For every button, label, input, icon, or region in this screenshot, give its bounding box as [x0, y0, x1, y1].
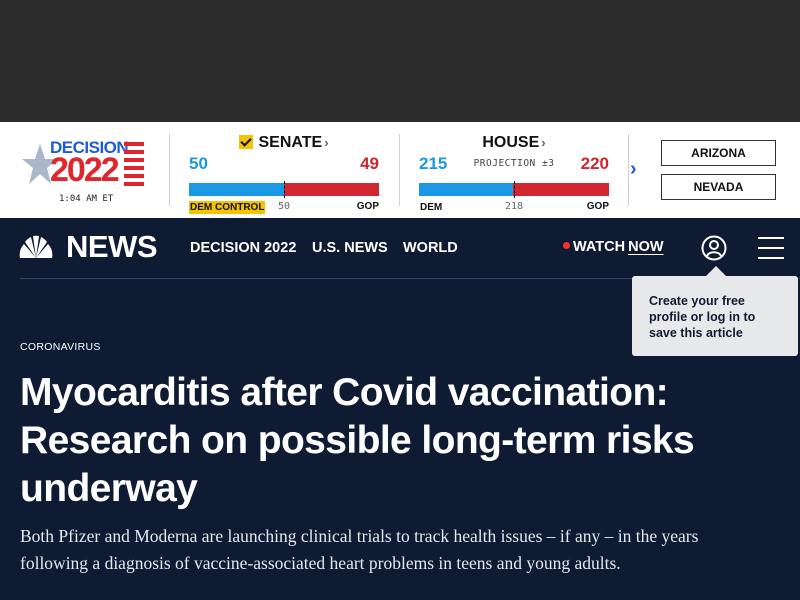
ad-slot: [0, 0, 800, 122]
watch-now-link[interactable]: WATCH NOW: [563, 239, 664, 255]
profile-tooltip[interactable]: Create your free profile or log in to sa…: [632, 276, 798, 356]
chevron-right-icon: ›: [324, 135, 329, 150]
live-dot-icon: [563, 242, 570, 249]
house-dem-fill: [419, 183, 513, 196]
senate-seat-bar: [189, 181, 379, 198]
checkmark-icon: [239, 135, 254, 149]
house-race[interactable]: HOUSE › 215 PROJECTION ±3 220 DEM 218 GOP: [419, 134, 609, 213]
article-dek: Both Pfizer and Moderna are launching cl…: [20, 526, 699, 573]
senate-title[interactable]: SENATE ›: [189, 134, 379, 152]
nav-link-decision-2022[interactable]: DECISION 2022: [190, 240, 296, 256]
house-gop-seats: 220: [580, 154, 609, 173]
house-title[interactable]: HOUSE ›: [419, 134, 609, 152]
logo-year-text: 2022: [50, 151, 120, 189]
article-headline: Myocarditis after Covid vaccination: Res…: [20, 371, 695, 510]
house-majority-count: 218: [504, 201, 524, 212]
main-nav: NEWS DECISION 2022 U.S. NEWS WORLD WATCH…: [0, 218, 800, 278]
menu-icon[interactable]: [758, 237, 784, 259]
majority-marker: [284, 181, 285, 198]
flag-stripes-icon: [124, 142, 144, 186]
chevron-right-icon[interactable]: ›: [630, 158, 646, 180]
nav-link-us-news[interactable]: U.S. NEWS: [312, 240, 388, 256]
senate-dem-fill: [189, 183, 284, 196]
senate-majority-count: 50: [277, 201, 291, 212]
last-updated-time: 1:04 AM ET: [59, 194, 114, 204]
house-seat-bar: [419, 181, 609, 198]
divider: [628, 134, 629, 206]
user-icon[interactable]: [701, 235, 727, 261]
senate-race[interactable]: SENATE › 50 49 DEM CONTROL 50 GOP: [189, 134, 379, 214]
article-section-label[interactable]: CORONAVIRUS: [20, 341, 101, 353]
senate-dem-seats: 50: [189, 154, 208, 173]
state-button-arizona[interactable]: ARIZONA: [661, 140, 776, 166]
peacock-icon[interactable]: [16, 234, 56, 260]
house-gop-label: GOP: [586, 201, 609, 212]
decision-2022-logo[interactable]: DECISION 2022 1:04 AM ET: [22, 134, 152, 214]
election-results-bar: DECISION 2022 1:04 AM ET SENATE › 50 49 D…: [0, 122, 800, 218]
senate-gop-seats: 49: [360, 154, 379, 173]
state-button-nevada[interactable]: NEVADA: [661, 174, 776, 200]
divider: [399, 134, 400, 206]
senate-gop-label: GOP: [356, 201, 379, 212]
tooltip-caret: [706, 266, 726, 276]
nav-link-world[interactable]: WORLD: [403, 240, 458, 256]
majority-marker: [514, 181, 515, 198]
chevron-right-icon: ›: [541, 135, 546, 150]
divider: [169, 134, 170, 206]
nav-brand[interactable]: NEWS: [66, 229, 158, 265]
